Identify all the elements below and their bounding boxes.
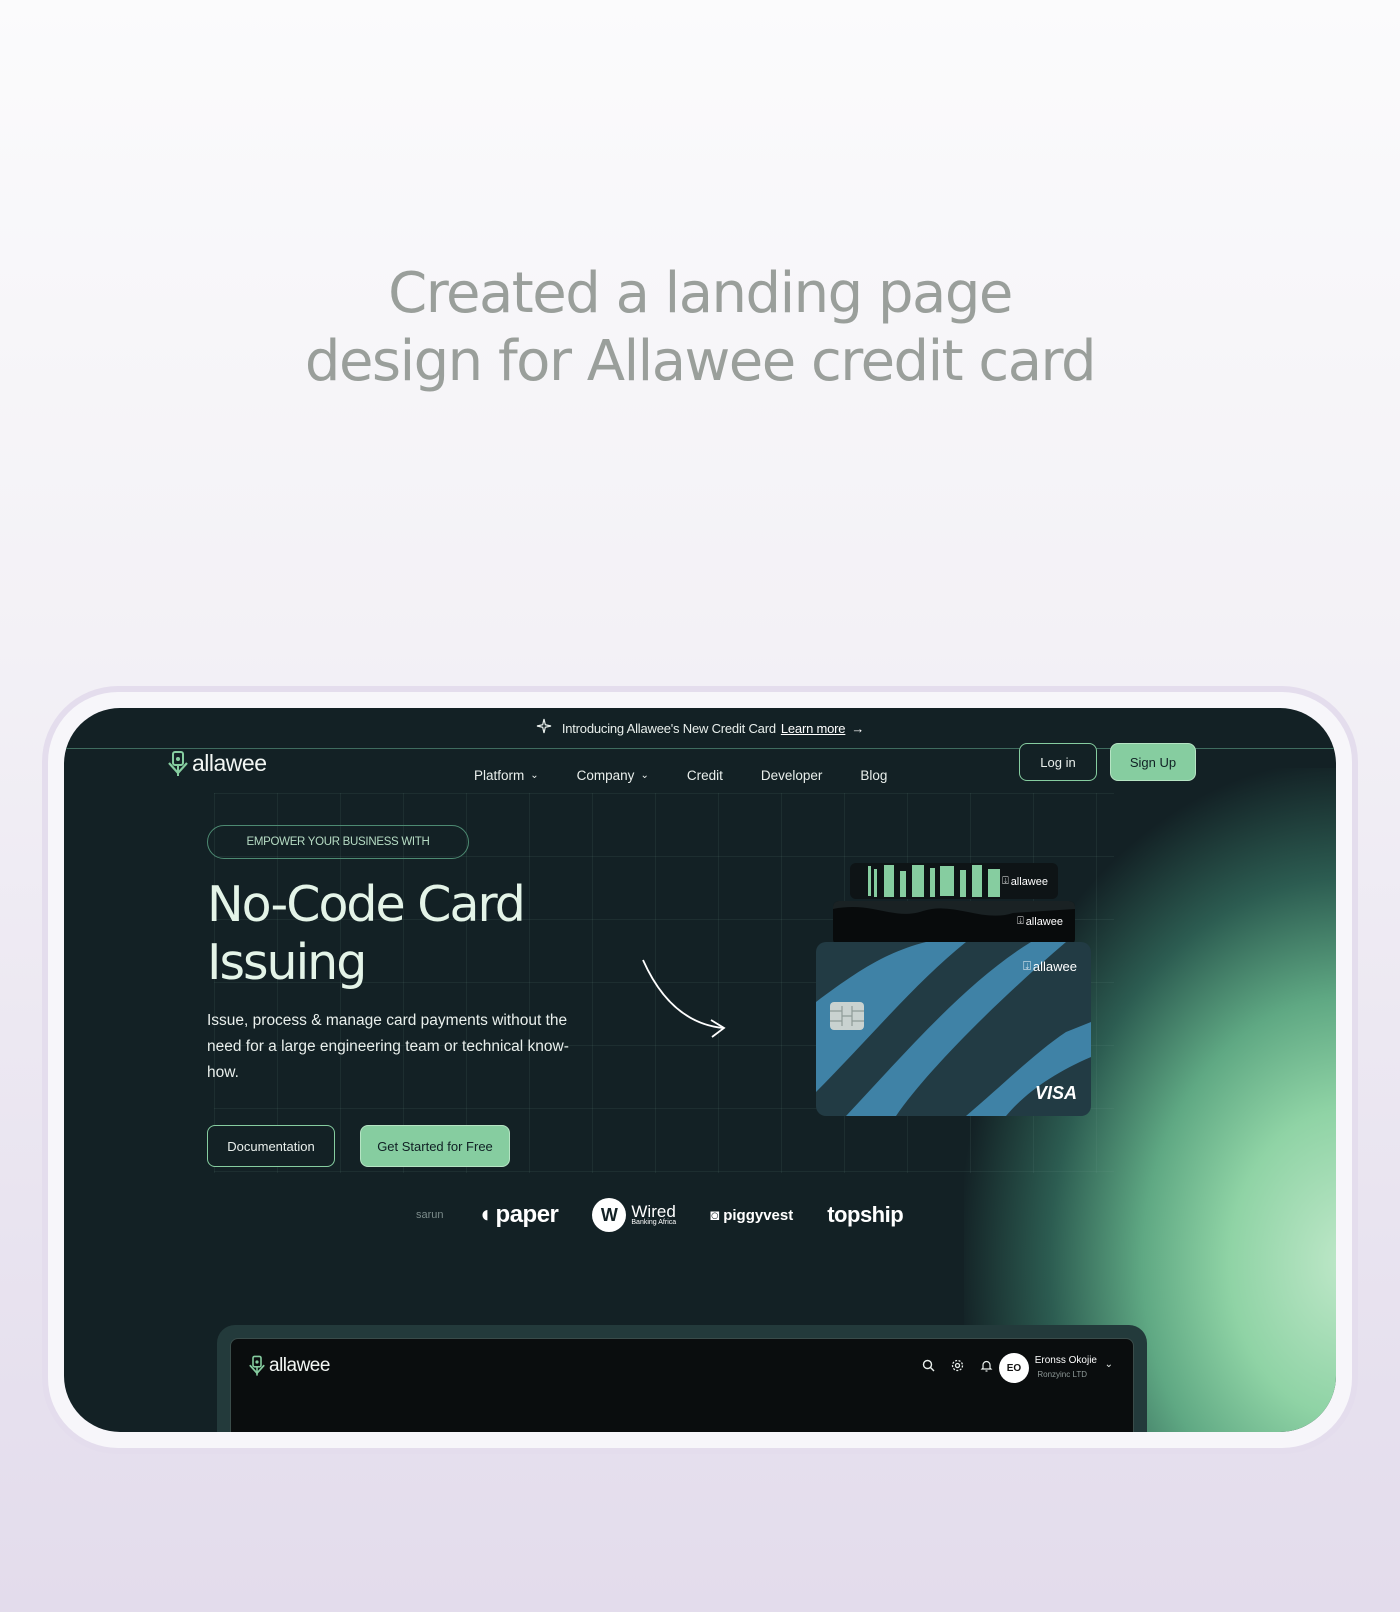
card-back-logo: ⍗ allawee [1017, 915, 1063, 928]
hero-subtitle: Issue, process & manage card payments wi… [207, 1012, 569, 1081]
wired-name: Wired [631, 1202, 676, 1221]
credit-card-stack: ⍗ allawee ⍗ allawee ⍗ allawee VISA [816, 858, 1106, 1128]
partner-logo-topship: topship [827, 1202, 904, 1227]
partner-logo-faded: sarun [416, 1209, 444, 1221]
nav-credit[interactable]: Credit [687, 768, 723, 783]
card-back-black: ⍗ allawee [833, 901, 1075, 945]
card-logo-icon: ⍗ [1002, 875, 1009, 887]
login-button[interactable]: Log in [1019, 743, 1097, 781]
showcase-page: Created a landing page design for Allawe… [0, 0, 1400, 1612]
partner-logo-wired: W Wired Banking Africa [592, 1198, 676, 1232]
piggy-icon: ◙ [710, 1206, 720, 1224]
card-front-blue: ⍗ allawee VISA [816, 942, 1091, 1116]
hero-title-line-2: Issuing [207, 934, 367, 991]
card-logo-icon: ⍗ [1023, 958, 1031, 973]
get-started-button[interactable]: Get Started for Free [360, 1125, 510, 1167]
chevron-down-icon[interactable]: ⌄ [1105, 1359, 1113, 1370]
user-company: Ronzyinc LTD [1037, 1370, 1087, 1379]
dashboard-preview: allawee EO Eronss Okojie Ronzyinc LTD ⌄ [230, 1338, 1134, 1432]
dashboard-logo: allawee [249, 1355, 330, 1377]
brand-name: allawee [192, 750, 267, 776]
chevron-down-icon: ⌄ [640, 770, 649, 781]
nav-label: Developer [760, 768, 823, 783]
gear-icon[interactable] [951, 1359, 964, 1375]
card-chip-icon [830, 1002, 864, 1030]
nav-label: Company [576, 768, 635, 783]
card-brand: allawee [1025, 915, 1063, 928]
headline-line-2: design for Allawee credit card [304, 329, 1097, 394]
nav-label: Blog [860, 768, 888, 783]
nav-label: Platform [474, 768, 525, 783]
card-back-logo: ⍗ allawee [1002, 875, 1048, 888]
dashboard-brand: allawee [269, 1355, 330, 1376]
bell-icon[interactable] [980, 1359, 993, 1375]
partner-logo-paper: ◖ paper [478, 1201, 559, 1229]
learn-more-link[interactable]: Learn more [781, 721, 846, 736]
card-brand: allawee [1032, 958, 1077, 974]
allawee-logo-icon [249, 1355, 265, 1376]
documentation-button[interactable]: Documentation [207, 1125, 335, 1167]
headline-line-1: Created a landing page [388, 261, 1013, 326]
search-icon[interactable] [922, 1359, 935, 1375]
sparkle-icon [536, 718, 552, 738]
paper-drop-icon: ◖ [477, 1201, 493, 1228]
landing-page-screen: Introducing Allawee's New Credit Card Le… [64, 708, 1336, 1432]
visa-logo: VISA [1034, 1083, 1077, 1103]
nav-developer[interactable]: Developer [761, 768, 823, 783]
nav-platform[interactable]: Platform ⌄ [474, 768, 539, 783]
card-back-green: ⍗ allawee [850, 863, 1058, 899]
curved-arrow-icon [642, 959, 726, 1038]
card-brand: allawee [1010, 875, 1048, 888]
hero-title: No-Code Card Issuing [207, 876, 526, 992]
wired-mark: W [592, 1198, 627, 1232]
user-name: Eronss Okojie [1034, 1355, 1097, 1366]
showcase-headline: Created a landing page design for Allawe… [0, 260, 1400, 396]
allawee-logo-icon [168, 750, 188, 776]
partner-logos: sarun ◖ paper W Wired Banking Africa ◙ pig… [416, 1198, 904, 1232]
avatar[interactable]: EO [999, 1353, 1029, 1383]
main-nav: Platform ⌄ Company ⌄ Credit Developer Bl… [474, 768, 887, 783]
card-logo-icon: ⍗ [1017, 915, 1024, 927]
arrow-right-icon: → [851, 720, 865, 736]
card-front-logo: ⍗ allawee [1023, 958, 1077, 974]
nav-company[interactable]: Company ⌄ [577, 768, 649, 783]
partner-piggyvest-text: piggyvest [723, 1206, 794, 1224]
announcement-text: Introducing Allawee's New Credit Card [561, 720, 776, 736]
hero-eyebrow-pill: EMPOWER YOUR BUSINESS WITH [207, 825, 469, 859]
chevron-down-icon: ⌄ [530, 770, 539, 781]
wired-tag: Banking Africa [631, 1219, 677, 1226]
nav-blog[interactable]: Blog [860, 768, 887, 783]
hero-title-line-1: No-Code Card [207, 876, 526, 933]
dashboard-toolbar [922, 1359, 993, 1375]
partner-logo-piggyvest: ◙ piggyvest [710, 1207, 793, 1224]
nav-label: Credit [686, 768, 723, 783]
signup-button[interactable]: Sign Up [1110, 743, 1196, 781]
partner-paper-text: paper [495, 1201, 559, 1228]
allawee-logo[interactable]: allawee [168, 750, 267, 777]
